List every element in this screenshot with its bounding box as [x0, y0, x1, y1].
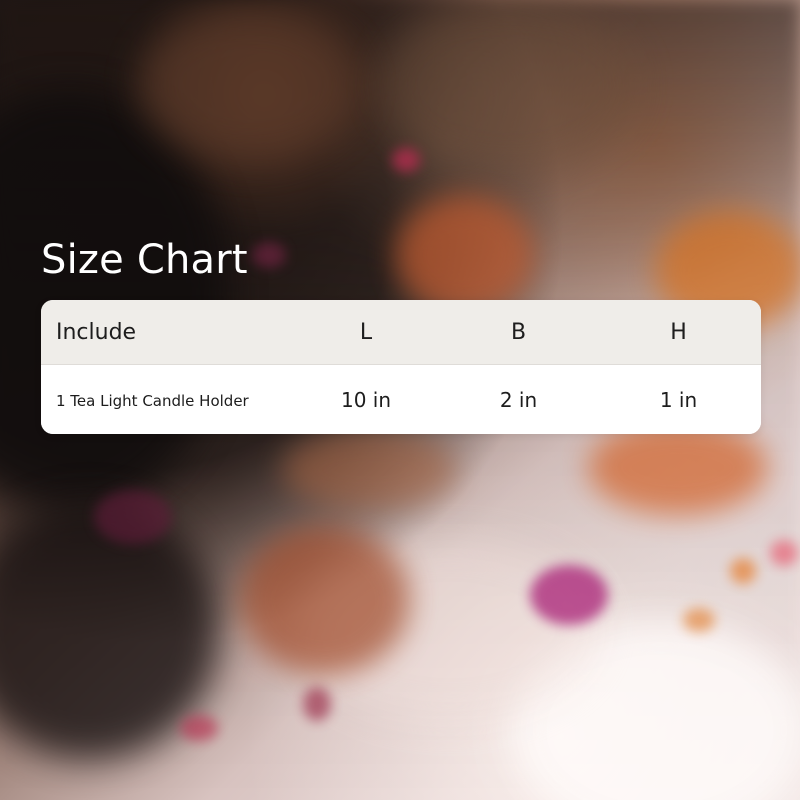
background-petal	[303, 687, 331, 721]
background-petal	[730, 558, 756, 584]
background-petal	[683, 608, 715, 632]
background-petal	[530, 565, 608, 625]
size-chart-table: Include L B H 1 Tea Light Candle Holder …	[41, 300, 761, 434]
table-row: 1 Tea Light Candle Holder 10 in 2 in 1 i…	[41, 365, 761, 434]
background-petal	[180, 715, 218, 741]
background-warm-blob	[380, 0, 640, 170]
header-cell-breadth: B	[510, 319, 527, 345]
header-cell-height: H	[670, 319, 687, 345]
background-petal	[770, 540, 798, 566]
background-warm-blob	[140, 10, 360, 160]
background-flower-shape	[282, 430, 457, 510]
background-petal	[392, 148, 420, 172]
background-flower-shape	[395, 195, 535, 315]
table-cell-breadth-value: 2 in	[499, 387, 538, 412]
table-cell-length-value: 10 in	[340, 387, 392, 412]
background-flower-shape	[588, 420, 768, 515]
background-flower-shape	[240, 525, 410, 675]
background-petal	[252, 242, 286, 268]
table-cell-height-value: 1 in	[659, 387, 698, 412]
header-cell-length: L	[359, 319, 373, 345]
header-cell-include: Include	[56, 319, 137, 345]
background-petal	[94, 490, 172, 544]
size-chart-title: Size Chart	[41, 237, 248, 283]
table-header-row: Include L B H	[41, 300, 761, 365]
table-cell-item-name: 1 Tea Light Candle Holder	[56, 392, 249, 410]
